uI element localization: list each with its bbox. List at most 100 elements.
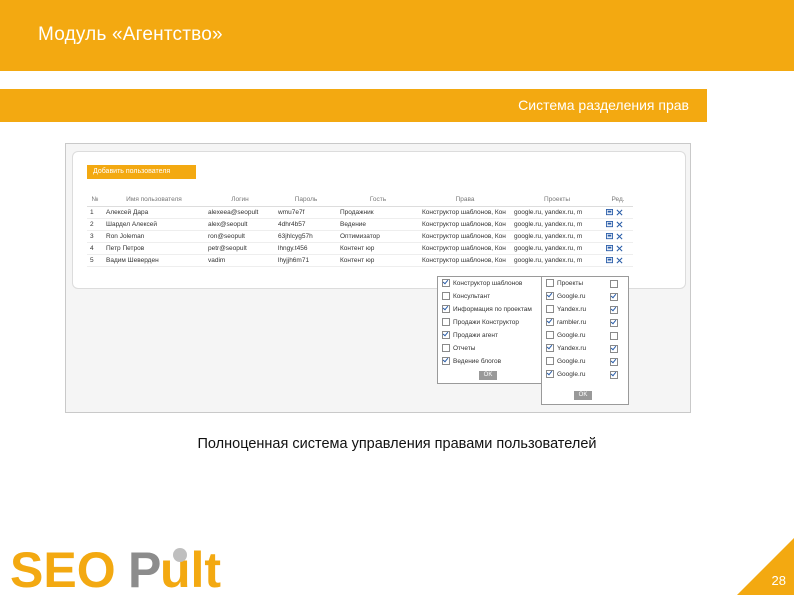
edit-checkbox[interactable]: [610, 345, 618, 353]
cell-num: 4: [87, 242, 103, 255]
cell-login: alexeea@seopult: [205, 206, 275, 219]
checkbox[interactable]: [442, 292, 450, 301]
caption: Полноценная система управления правами п…: [197, 436, 597, 452]
column-header[interactable]: Ред.: [603, 192, 633, 207]
cell-login: petr@seopult: [205, 242, 275, 255]
project-option-label: Google.ru: [557, 332, 586, 339]
table-row[interactable]: 1 Алексей Дара alexeea@seopult wmu7e7f Прода…: [87, 206, 633, 219]
edit-checkbox[interactable]: [610, 371, 618, 379]
project-option[interactable]: Yandex.ru: [542, 342, 628, 355]
project-option[interactable]: Yandex.ru: [542, 303, 628, 316]
delete-icon[interactable]: [616, 233, 623, 240]
project-option[interactable]: rambler.ru: [542, 316, 628, 329]
checkbox[interactable]: [442, 279, 450, 288]
checkbox[interactable]: [442, 331, 450, 340]
rights-option[interactable]: Конструктор шаблонов: [438, 277, 544, 290]
rights-option[interactable]: Отчеты: [438, 342, 544, 355]
column-header[interactable]: Пароль: [275, 192, 337, 207]
table-row[interactable]: 5 Вадим Шеверден vadim lhyjjh6m71 Контент юр…: [87, 254, 633, 267]
project-option[interactable]: Google.ru: [542, 355, 628, 368]
checkbox[interactable]: [546, 318, 554, 327]
rights-option[interactable]: Продажи Конструктор: [438, 316, 544, 329]
table-row[interactable]: 4 Петр Петров petr@seopult lhngy.t456 Контен…: [87, 242, 633, 255]
delete-icon[interactable]: [616, 221, 623, 228]
column-header[interactable]: Логин: [205, 192, 275, 207]
delete-icon[interactable]: [616, 245, 623, 252]
project-option[interactable]: Google.ru: [542, 368, 628, 381]
cell-projects: google.ru, yandex.ru, m: [511, 218, 603, 231]
project-option-label: rambler.ru: [557, 319, 587, 326]
row-actions: [603, 254, 633, 267]
table-header-row: № Имя пользователя Логин Пароль Гость Права Пр…: [87, 192, 633, 207]
svg-text:ult: ult: [160, 542, 221, 594]
delete-icon[interactable]: [616, 209, 623, 216]
cell-projects: google.ru, yandex.ru, m: [511, 242, 603, 255]
edit-icon[interactable]: [606, 232, 613, 240]
cell-name: Шардел Алексей: [103, 218, 205, 231]
rights-option-label: Конструктор шаблонов: [453, 280, 523, 287]
table-row[interactable]: 2 Шардел Алексей alex@seopult 4dhr4b57 Веден…: [87, 218, 633, 231]
project-option[interactable]: Google.ru: [542, 290, 628, 303]
table-row[interactable]: 3 Ron Joleman ron@seopult 63jhlcyg57h Оптими…: [87, 230, 633, 243]
edit-checkbox[interactable]: [610, 306, 618, 314]
add-user-button[interactable]: Добавить пользователя: [87, 165, 196, 179]
rights-option[interactable]: Продажи агент: [438, 329, 544, 342]
column-header[interactable]: Права: [419, 192, 511, 207]
slide-title: Модуль «Агентство»: [38, 24, 223, 45]
checkbox[interactable]: [546, 370, 554, 379]
rights-option[interactable]: Ведение блогов: [438, 355, 544, 368]
projects-ok-button[interactable]: OK: [574, 391, 592, 400]
rights-ok-button[interactable]: OK: [479, 371, 497, 380]
seopult-logo: SEO P ult: [10, 542, 221, 594]
cell-num: 2: [87, 218, 103, 231]
cell-projects: google.ru, yandex.ru, m: [511, 206, 603, 219]
edit-checkbox[interactable]: [610, 293, 618, 301]
edit-checkbox[interactable]: [610, 319, 618, 327]
subheader-bar: Система разделения прав: [0, 89, 707, 122]
column-header[interactable]: Гость: [337, 192, 419, 207]
cell-login: ron@seopult: [205, 230, 275, 243]
cell-password: 4dhr4b57: [275, 218, 337, 231]
rights-option-label: Продажи агент: [453, 332, 498, 339]
cell-guest: Контент юр: [337, 242, 419, 255]
edit-icon[interactable]: [606, 244, 613, 252]
users-panel: Добавить пользователя № Имя пользователя Л…: [72, 151, 686, 289]
edit-icon[interactable]: [606, 208, 613, 216]
checkbox[interactable]: [546, 305, 554, 314]
checkbox[interactable]: [546, 331, 554, 340]
checkbox[interactable]: [442, 357, 450, 366]
edit-checkbox[interactable]: [610, 332, 618, 340]
delete-icon[interactable]: [616, 257, 623, 264]
column-header[interactable]: №: [87, 192, 103, 207]
edit-icon[interactable]: [606, 256, 613, 264]
checkbox[interactable]: [546, 279, 554, 288]
column-header[interactable]: Имя пользователя: [103, 192, 205, 207]
edit-checkbox[interactable]: [610, 358, 618, 366]
checkbox[interactable]: [442, 318, 450, 327]
rights-dropdown: Конструктор шаблонов Консультант Информаци…: [437, 276, 545, 384]
svg-text:SEO: SEO: [10, 542, 116, 594]
project-option-label: Google.ru: [557, 371, 586, 378]
checkbox[interactable]: [546, 357, 554, 366]
checkbox[interactable]: [546, 292, 554, 301]
edit-icon[interactable]: [606, 220, 613, 228]
project-option-label: Yandex.ru: [557, 306, 587, 313]
checkbox[interactable]: [442, 344, 450, 353]
rights-option[interactable]: Консультант: [438, 290, 544, 303]
checkbox[interactable]: [442, 305, 450, 314]
checkbox[interactable]: [546, 344, 554, 353]
edit-checkbox[interactable]: [610, 280, 618, 288]
cell-guest: Оптимизатор: [337, 230, 419, 243]
cell-name: Алексей Дара: [103, 206, 205, 219]
cell-num: 3: [87, 230, 103, 243]
project-option[interactable]: Проекты: [542, 277, 628, 290]
column-header[interactable]: Проекты: [511, 192, 603, 207]
rights-option-label: Информация по проектам: [453, 306, 532, 313]
project-option-label: Google.ru: [557, 358, 586, 365]
cell-num: 5: [87, 254, 103, 267]
project-option[interactable]: Google.ru: [542, 329, 628, 342]
project-option-label: Проекты: [557, 280, 584, 287]
rights-option[interactable]: Информация по проектам: [438, 303, 544, 316]
cell-login: vadim: [205, 254, 275, 267]
cell-password: lhyjjh6m71: [275, 254, 337, 267]
